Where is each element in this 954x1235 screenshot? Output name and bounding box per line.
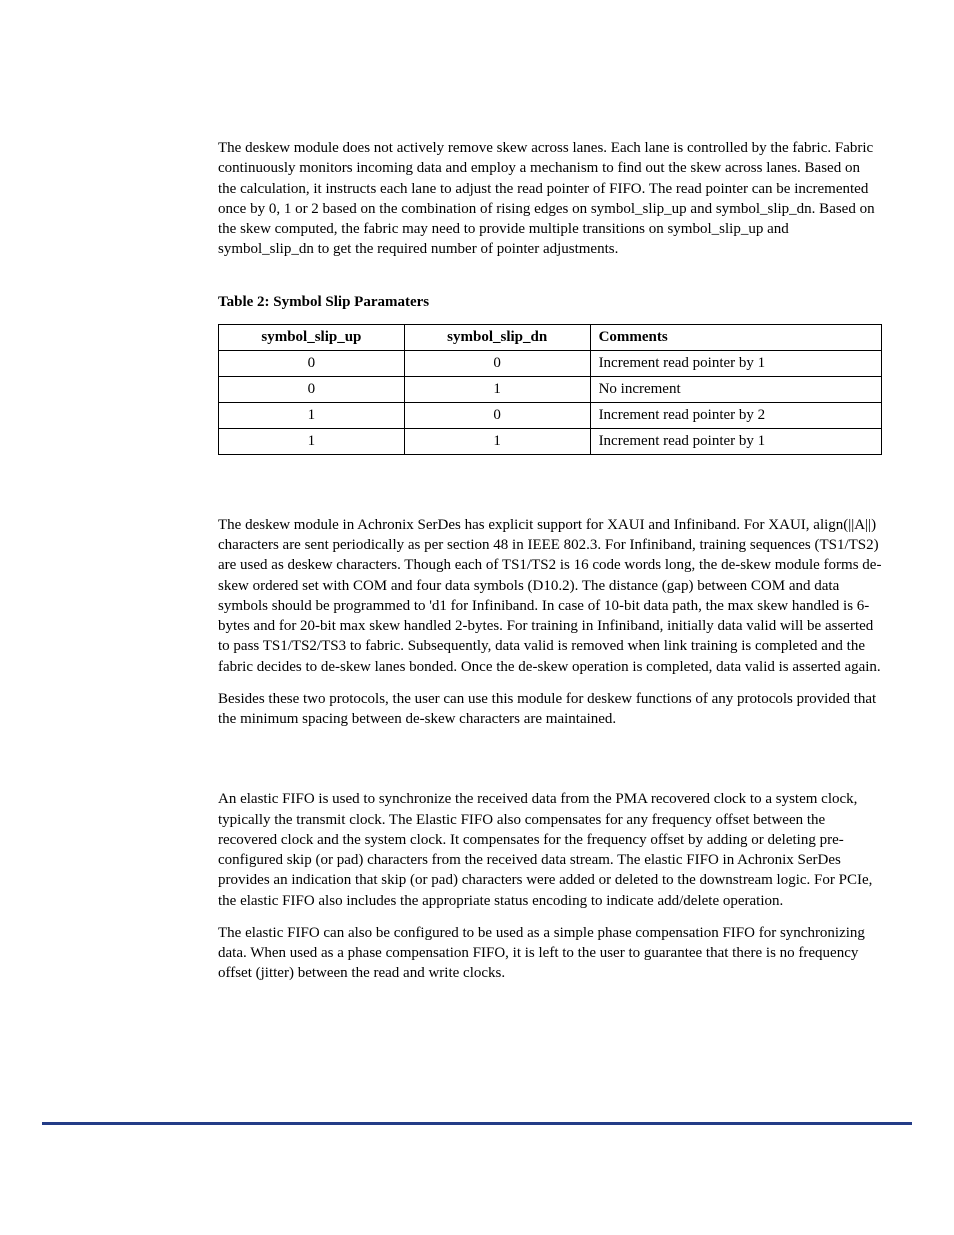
table-header-cell: symbol_slip_up — [219, 324, 405, 350]
table-header-cell: Comments — [590, 324, 881, 350]
table-cell: 0 — [404, 350, 590, 376]
table-header-row: symbol_slip_up symbol_slip_dn Comments — [219, 324, 882, 350]
table-cell: 1 — [219, 402, 405, 428]
table-cell: 1 — [219, 428, 405, 454]
table-row: 0 0 Increment read pointer by 1 — [219, 350, 882, 376]
table-row: 1 0 Increment read pointer by 2 — [219, 402, 882, 428]
table-cell: No increment — [590, 376, 881, 402]
table-caption: Table 2: Symbol Slip Paramaters — [218, 292, 882, 312]
paragraph-deskew-intro: The deskew module does not actively remo… — [218, 138, 882, 260]
table-cell: Increment read pointer by 2 — [590, 402, 881, 428]
table-header-cell: symbol_slip_dn — [404, 324, 590, 350]
table-row: 0 1 No increment — [219, 376, 882, 402]
table-cell: 0 — [404, 402, 590, 428]
table-cell: Increment read pointer by 1 — [590, 428, 881, 454]
paragraph-deskew-detail: The deskew module in Achronix SerDes has… — [218, 515, 882, 677]
symbol-slip-table: symbol_slip_up symbol_slip_dn Comments 0… — [218, 324, 882, 455]
table-cell: 1 — [404, 376, 590, 402]
paragraph-phase-comp: The elastic FIFO can also be configured … — [218, 923, 882, 984]
table-row: 1 1 Increment read pointer by 1 — [219, 428, 882, 454]
table-cell: 0 — [219, 376, 405, 402]
table-cell: Increment read pointer by 1 — [590, 350, 881, 376]
table-cell: 1 — [404, 428, 590, 454]
table-cell: 0 — [219, 350, 405, 376]
document-page: The deskew module does not actively remo… — [0, 0, 954, 1036]
paragraph-deskew-other: Besides these two protocols, the user ca… — [218, 689, 882, 730]
footer-rule — [42, 1122, 912, 1125]
paragraph-elastic-fifo: An elastic FIFO is used to synchronize t… — [218, 789, 882, 911]
